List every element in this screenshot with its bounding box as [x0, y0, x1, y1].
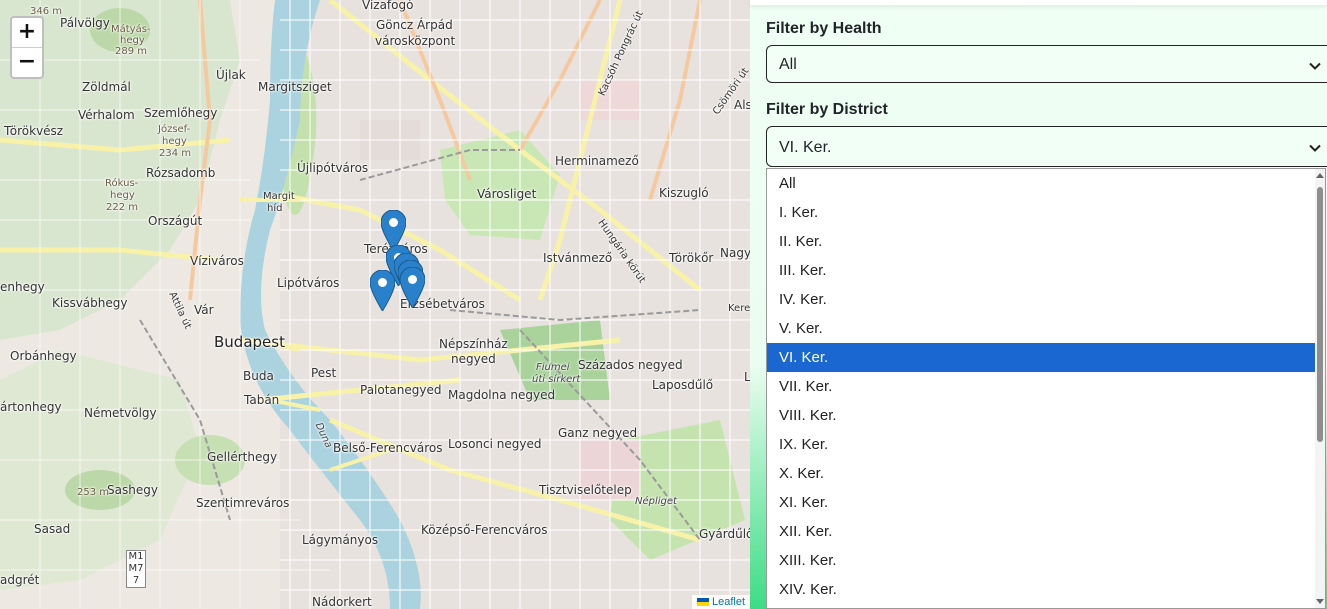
scrollbar-thumb[interactable]	[1317, 187, 1323, 442]
map-view[interactable]: Pálvölgy Mátyás- hegy 289 m 346 m Vizafo…	[0, 0, 750, 609]
zoom-control: + −	[10, 16, 44, 79]
leaflet-link[interactable]: Leaflet	[712, 596, 745, 608]
map-pin-icon[interactable]	[400, 267, 425, 308]
district-option[interactable]: IX. Ker.	[767, 430, 1325, 459]
scroll-up-arrow-icon[interactable]	[1316, 173, 1324, 178]
district-option[interactable]: XIV. Ker.	[767, 575, 1325, 604]
road-shield: M1 M7 7	[126, 550, 146, 588]
zoom-in-button[interactable]: +	[12, 18, 42, 47]
road-shield-m7: M7	[128, 563, 144, 574]
health-filter-select[interactable]: All	[766, 45, 1327, 83]
map-pin-icon[interactable]	[370, 270, 395, 311]
district-option[interactable]: IV. Ker.	[767, 285, 1325, 314]
map-attribution: Leaflet	[691, 595, 750, 609]
dropdown-scrollbar[interactable]	[1315, 169, 1325, 608]
road-shield-7: 7	[132, 575, 140, 586]
ukraine-flag-icon	[696, 598, 709, 607]
district-filter-select[interactable]: VI. Ker.	[766, 126, 1327, 167]
zoom-out-button[interactable]: −	[12, 47, 42, 77]
health-filter-value: All	[779, 56, 797, 73]
district-option[interactable]: VI. Ker.	[767, 343, 1315, 372]
district-option[interactable]: X. Ker.	[767, 459, 1325, 488]
district-options: All I. Ker. II. Ker. III. Ker. IV. Ker. V. Ke…	[767, 169, 1325, 604]
panel-top-strip	[750, 0, 1327, 5]
district-option[interactable]: V. Ker.	[767, 314, 1325, 343]
chevron-down-icon	[1309, 46, 1321, 84]
district-option[interactable]: XI. Ker.	[767, 488, 1325, 517]
scroll-down-arrow-icon[interactable]	[1316, 599, 1324, 604]
district-option[interactable]: I. Ker.	[767, 198, 1325, 227]
district-option[interactable]: III. Ker.	[767, 256, 1325, 285]
district-option[interactable]: XIII. Ker.	[767, 546, 1325, 575]
district-filter-label: Filter by District	[766, 101, 888, 118]
district-filter-value: VI. Ker.	[779, 139, 832, 156]
district-option[interactable]: VIII. Ker.	[767, 401, 1325, 430]
filter-panel: Filter by Health All Filter by District …	[750, 0, 1327, 609]
district-option[interactable]: II. Ker.	[767, 227, 1325, 256]
health-filter-label: Filter by Health	[766, 20, 882, 37]
district-dropdown-list[interactable]: All I. Ker. II. Ker. III. Ker. IV. Ker. V. Ke…	[766, 168, 1326, 609]
district-option[interactable]: VII. Ker.	[767, 372, 1325, 401]
road-shield-m1: M1	[128, 551, 144, 562]
district-option[interactable]: XII. Ker.	[767, 517, 1325, 546]
district-option[interactable]: All	[767, 169, 1325, 198]
chevron-down-icon	[1309, 127, 1321, 168]
